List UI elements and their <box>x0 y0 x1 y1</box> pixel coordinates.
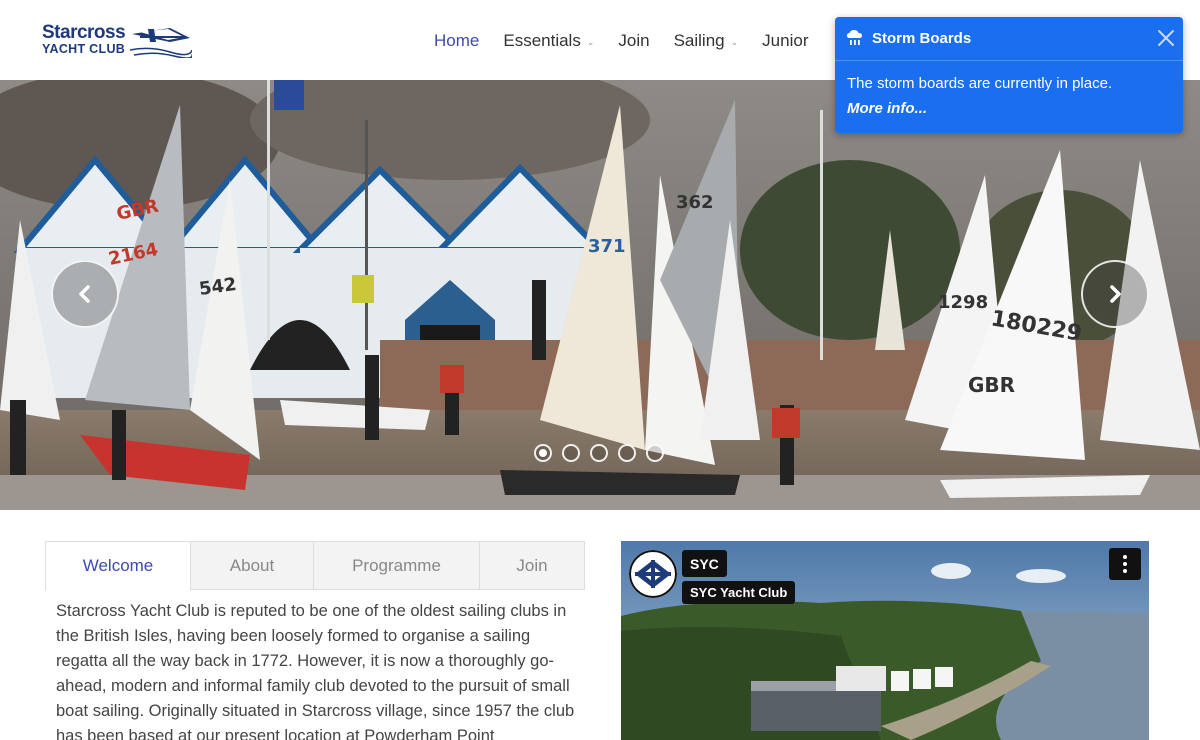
youtube-video-embed[interactable]: SYC SYC Yacht Club <box>621 541 1149 740</box>
chevron-down-icon: ⌄ <box>586 36 595 47</box>
notice-title: Storm Boards <box>872 30 972 47</box>
info-tabs: Welcome About Programme Join <box>45 541 585 591</box>
burgee-flag-icon <box>629 550 677 598</box>
carousel-dot[interactable] <box>618 444 636 462</box>
carousel-dot[interactable] <box>534 444 552 462</box>
tab-label: Welcome <box>82 556 154 575</box>
channel-avatar[interactable] <box>629 550 677 598</box>
more-vertical-icon <box>1123 569 1127 573</box>
video-more-options-button[interactable] <box>1109 548 1141 580</box>
carousel-dot[interactable] <box>646 444 664 462</box>
burgee-flag-icon <box>130 28 192 58</box>
storm-cloud-icon <box>847 30 862 45</box>
nav-label: Sailing <box>673 31 725 50</box>
sail-number: 362 <box>676 192 714 213</box>
nav-label: Join <box>618 31 650 50</box>
notice-more-info-link[interactable]: More info... <box>847 100 927 117</box>
tab-about[interactable]: About <box>191 541 314 590</box>
chevron-right-icon <box>1110 285 1121 303</box>
tab-join[interactable]: Join <box>480 541 585 590</box>
sail-number: GBR <box>968 373 1015 397</box>
sail-number: 1298 <box>938 292 988 313</box>
chevron-down-icon: ⌄ <box>730 36 739 47</box>
welcome-text: Starcross Yacht Club is reputed to be on… <box>56 602 575 740</box>
logo-title: Starcross <box>42 22 126 43</box>
nav-label: Home <box>434 31 480 50</box>
nav-item-home[interactable]: Home <box>434 30 479 52</box>
more-vertical-icon <box>1123 562 1127 566</box>
channel-short-name[interactable]: SYC <box>682 550 727 577</box>
chevron-left-icon <box>79 285 90 303</box>
tab-programme[interactable]: Programme <box>314 541 480 590</box>
carousel-indicators <box>534 444 674 462</box>
notice-header: Storm Boards <box>835 17 1183 61</box>
sail-number: 371 <box>588 236 626 257</box>
nav-item-essentials[interactable]: Essentials ⌄ <box>503 30 594 52</box>
channel-name[interactable]: SYC Yacht Club <box>682 581 796 604</box>
carousel-dot[interactable] <box>590 444 608 462</box>
main-nav: Home Essentials ⌄ Join Sailing ⌄ Junior <box>434 30 832 52</box>
carousel-next-button[interactable] <box>1081 260 1149 328</box>
nav-item-junior[interactable]: Junior <box>762 30 808 52</box>
tab-label: About <box>229 555 275 575</box>
nav-label: Essentials <box>503 31 581 50</box>
tab-label: Programme <box>352 555 441 575</box>
tab-label: Join <box>516 555 548 575</box>
more-vertical-icon <box>1123 555 1127 559</box>
storm-boards-notice: Storm Boards The storm boards are curren… <box>835 17 1183 133</box>
logo-subtitle: YACHT CLUB <box>42 42 126 56</box>
hero-carousel: GBR 2164 542 371 362 180229 1298 GBR <box>0 80 1200 510</box>
tab-welcome[interactable]: Welcome <box>45 541 191 591</box>
close-icon[interactable] <box>1155 27 1177 49</box>
carousel-dot[interactable] <box>562 444 580 462</box>
nav-item-sailing[interactable]: Sailing ⌄ <box>674 30 739 52</box>
notice-message: The storm boards are currently in place. <box>847 75 1113 92</box>
carousel-prev-button[interactable] <box>51 260 119 328</box>
club-logo[interactable]: Starcross YACHT CLUB <box>42 22 192 58</box>
nav-item-join[interactable]: Join <box>618 30 649 52</box>
nav-label: Junior <box>762 31 809 50</box>
